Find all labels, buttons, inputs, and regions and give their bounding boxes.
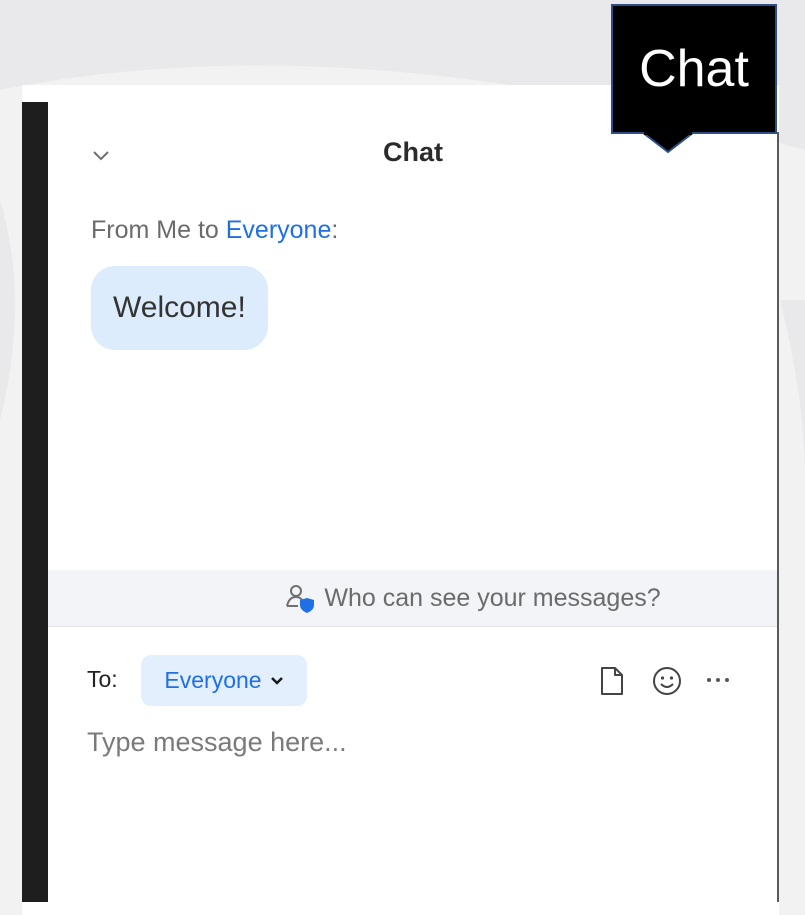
privacy-notice-bar[interactable]: Who can see your messages? [48, 570, 777, 627]
recipient-link[interactable]: Everyone [226, 216, 332, 244]
file-icon[interactable] [598, 665, 626, 697]
recipient-select-label: Everyone [164, 667, 262, 693]
chat-tooltip: Chat [611, 4, 777, 134]
to-label: To: [87, 666, 118, 692]
tooltip-pointer [640, 132, 696, 154]
more-icon[interactable] [704, 672, 732, 688]
privacy-notice-text: Who can see your messages? [324, 583, 661, 612]
panel-border [777, 132, 779, 902]
message-input[interactable] [87, 722, 747, 762]
chevron-down-icon [270, 676, 283, 685]
sender-suffix: : [331, 216, 339, 244]
sender-prefix: From Me to [91, 216, 226, 244]
message-bubble: Welcome! [91, 266, 268, 350]
recipient-select[interactable]: Everyone [141, 655, 307, 706]
person-shield-icon [286, 585, 315, 613]
message-sender-line: From Me to Everyone: [91, 216, 338, 245]
chat-panel [22, 85, 779, 915]
emoji-icon[interactable] [651, 665, 683, 697]
privacy-notice[interactable]: Who can see your messages? [48, 570, 777, 626]
sidebar-edge [22, 102, 48, 902]
